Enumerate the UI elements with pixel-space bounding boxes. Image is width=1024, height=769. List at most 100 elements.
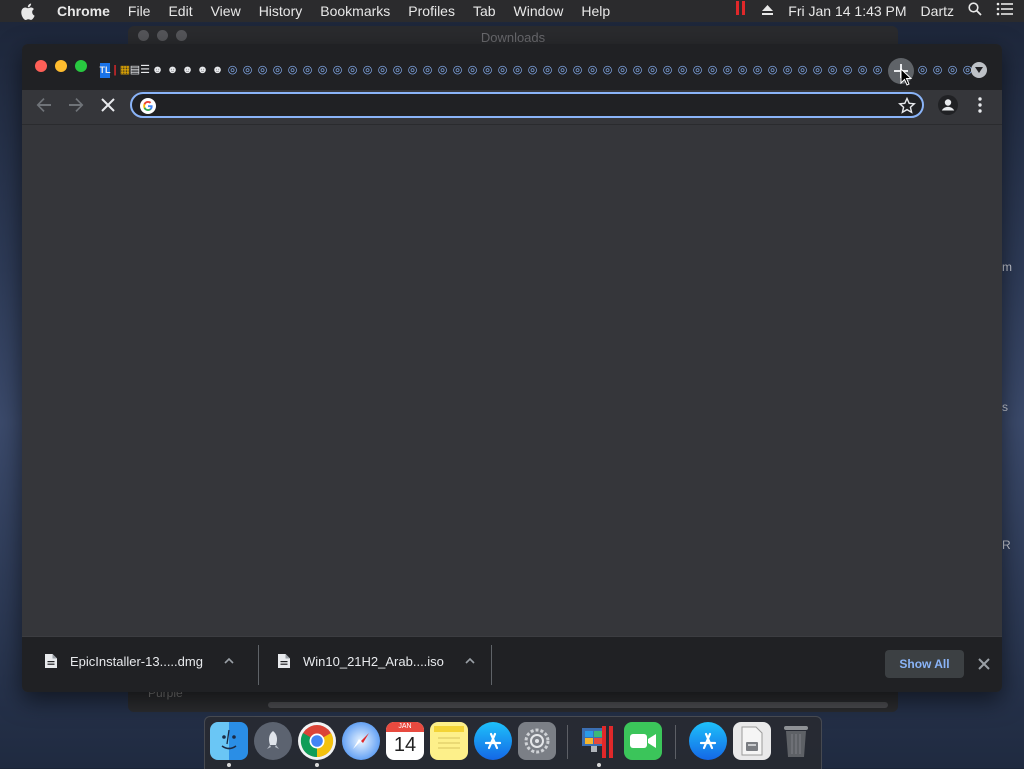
menu-clock[interactable]: Fri Jan 14 1:43 PM bbox=[788, 0, 906, 22]
minimize-window-button[interactable] bbox=[55, 60, 67, 72]
tab-favicon[interactable]: ◎ bbox=[480, 63, 495, 78]
tab-favicon[interactable]: ☻ bbox=[150, 63, 165, 78]
tab-favicon[interactable]: ◎ bbox=[255, 63, 270, 78]
tab-favicon[interactable]: ◎ bbox=[390, 63, 405, 78]
tab-favicon[interactable]: ◎ bbox=[450, 63, 465, 78]
trash-icon[interactable] bbox=[777, 722, 815, 760]
calendar-icon[interactable]: JAN 14 bbox=[386, 722, 424, 760]
disk-image-icon[interactable] bbox=[733, 722, 771, 760]
tab-favicon[interactable]: ◎ bbox=[285, 63, 300, 78]
tab-search-button[interactable] bbox=[971, 62, 987, 78]
menu-history[interactable]: History bbox=[250, 0, 312, 22]
tab-favicon[interactable]: ◎ bbox=[510, 63, 525, 78]
tab-favicon[interactable]: ◎ bbox=[630, 63, 645, 78]
download-item[interactable]: EpicInstaller-13.....dmg bbox=[44, 637, 235, 685]
tab-favicon[interactable]: ◎ bbox=[435, 63, 450, 78]
tab-favicon[interactable]: ◎ bbox=[795, 63, 810, 78]
forward-button[interactable] bbox=[62, 90, 90, 120]
launchpad-icon[interactable] bbox=[254, 722, 292, 760]
spotlight-search-icon[interactable] bbox=[968, 0, 982, 22]
tab-favicon[interactable]: ◎ bbox=[810, 63, 825, 78]
address-bar[interactable] bbox=[130, 92, 924, 118]
tab-favicon[interactable]: ◎ bbox=[690, 63, 705, 78]
tab-favicon[interactable]: ◎ bbox=[330, 63, 345, 78]
menu-view[interactable]: View bbox=[202, 0, 250, 22]
menu-profiles[interactable]: Profiles bbox=[399, 0, 464, 22]
tab-favicon[interactable]: ◎ bbox=[855, 63, 870, 78]
tab-favicon[interactable]: ◎ bbox=[405, 63, 420, 78]
chevron-up-icon[interactable] bbox=[464, 655, 476, 667]
tab-favicon[interactable]: ▦ bbox=[120, 63, 130, 78]
tab-favicon[interactable]: ◎ bbox=[600, 63, 615, 78]
tab-favicon[interactable]: ◎ bbox=[780, 63, 795, 78]
tab-favicon[interactable]: ◎ bbox=[945, 63, 960, 78]
safari-icon[interactable] bbox=[342, 722, 380, 760]
background-scrollbar[interactable] bbox=[268, 702, 888, 708]
profile-button[interactable] bbox=[934, 90, 962, 120]
menu-bookmarks[interactable]: Bookmarks bbox=[311, 0, 399, 22]
tab-favicon[interactable]: ◎ bbox=[735, 63, 750, 78]
system-preferences-icon[interactable] bbox=[518, 722, 556, 760]
tab-favicon[interactable]: ◎ bbox=[225, 63, 240, 78]
notes-icon[interactable] bbox=[430, 722, 468, 760]
parallels-icon[interactable] bbox=[580, 722, 618, 760]
tab-favicon[interactable]: ◎ bbox=[675, 63, 690, 78]
menu-edit[interactable]: Edit bbox=[159, 0, 201, 22]
chrome-menu-button[interactable] bbox=[966, 90, 994, 120]
tab-favicon[interactable]: ◎ bbox=[915, 63, 930, 78]
tab-favicon[interactable]: ◎ bbox=[645, 63, 660, 78]
tab-favicon[interactable]: ☻ bbox=[180, 63, 195, 78]
tab-favicon[interactable]: ◎ bbox=[705, 63, 720, 78]
tab-favicon[interactable]: ◎ bbox=[420, 63, 435, 78]
tab-favicon[interactable]: ◎ bbox=[570, 63, 585, 78]
tab-favicon[interactable]: ◎ bbox=[360, 63, 375, 78]
parallels-status-icon[interactable] bbox=[735, 0, 747, 22]
tab-favicon[interactable]: ☻ bbox=[195, 63, 210, 78]
menu-help[interactable]: Help bbox=[572, 0, 619, 22]
bookmark-star-icon[interactable] bbox=[898, 97, 916, 115]
tab-favicon[interactable]: ◎ bbox=[375, 63, 390, 78]
tab-favicon[interactable]: ◎ bbox=[465, 63, 480, 78]
stop-loading-button[interactable] bbox=[94, 90, 122, 120]
tab-favicon[interactable]: ◎ bbox=[240, 63, 255, 78]
tab-favicon[interactable]: ◎ bbox=[585, 63, 600, 78]
tab-favicon[interactable]: ▤ bbox=[130, 63, 140, 78]
tab-favicon[interactable]: ◎ bbox=[495, 63, 510, 78]
show-all-downloads-button[interactable]: Show All bbox=[885, 650, 964, 678]
close-window-button[interactable] bbox=[35, 60, 47, 72]
menu-window[interactable]: Window bbox=[505, 0, 573, 22]
back-button[interactable] bbox=[30, 90, 58, 120]
menu-app-name[interactable]: Chrome bbox=[48, 0, 119, 22]
tab-favicon[interactable]: ◎ bbox=[750, 63, 765, 78]
tab-favicon[interactable]: ◎ bbox=[555, 63, 570, 78]
app-store-icon[interactable] bbox=[474, 722, 512, 760]
tab-favicon[interactable]: | bbox=[110, 63, 120, 78]
download-item[interactable]: Win10_21H2_Arab....iso bbox=[277, 637, 476, 685]
tab-favicon[interactable]: ☰ bbox=[140, 63, 150, 78]
menu-tab[interactable]: Tab bbox=[464, 0, 505, 22]
chrome-icon[interactable] bbox=[298, 722, 336, 760]
tab-favicon[interactable]: ◎ bbox=[345, 63, 360, 78]
tab-favicon[interactable]: ◎ bbox=[930, 63, 945, 78]
facetime-icon[interactable] bbox=[624, 722, 662, 760]
zoom-window-button[interactable] bbox=[75, 60, 87, 72]
chevron-up-icon[interactable] bbox=[223, 655, 235, 667]
apple-menu-icon[interactable] bbox=[20, 3, 36, 20]
menu-user-name[interactable]: Dartz bbox=[921, 0, 954, 22]
tab-favicon[interactable]: ☻ bbox=[210, 63, 225, 78]
omnibox-input[interactable] bbox=[162, 95, 886, 117]
tab-favicon[interactable]: ◎ bbox=[315, 63, 330, 78]
finder-icon[interactable] bbox=[210, 722, 248, 760]
tab-favicon[interactable]: ☻ bbox=[165, 63, 180, 78]
tab-favicon[interactable]: ◎ bbox=[870, 63, 885, 78]
tab-favicon[interactable]: ◎ bbox=[660, 63, 675, 78]
tab-favicon[interactable]: ◎ bbox=[840, 63, 855, 78]
menu-file[interactable]: File bbox=[119, 0, 160, 22]
close-download-shelf-icon[interactable] bbox=[977, 657, 991, 671]
tab-favicon[interactable]: ◎ bbox=[765, 63, 780, 78]
tab-favicon[interactable]: TL bbox=[100, 62, 111, 78]
tab-favicon[interactable]: ◎ bbox=[270, 63, 285, 78]
tab-favicon[interactable]: ◎ bbox=[300, 63, 315, 78]
tab-favicon[interactable]: ◎ bbox=[525, 63, 540, 78]
notification-center-icon[interactable] bbox=[996, 0, 1014, 22]
